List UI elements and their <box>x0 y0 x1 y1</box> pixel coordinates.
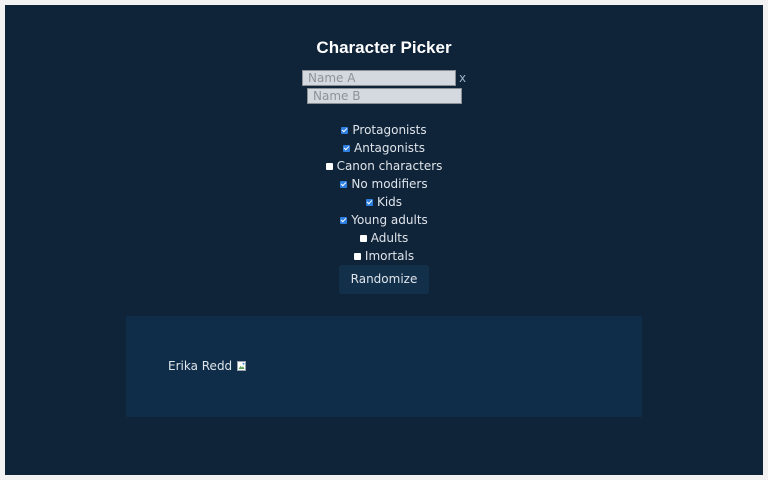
name-b-input[interactable] <box>307 88 462 104</box>
option-label: Imortals <box>364 249 415 263</box>
option-protagonists[interactable]: Protagonists <box>5 122 763 138</box>
young-adults-checkbox[interactable] <box>340 217 348 224</box>
imortals-checkbox[interactable] <box>353 253 361 260</box>
antagonists-checkbox[interactable] <box>343 145 350 152</box>
no-modifiers-checkbox[interactable] <box>340 181 348 188</box>
app-window: Character Picker x Protagonists Antagoni… <box>5 5 763 475</box>
option-label: Young adults <box>351 213 428 227</box>
kids-checkbox[interactable] <box>365 199 373 206</box>
adults-checkbox[interactable] <box>359 235 367 242</box>
option-adults[interactable]: Adults <box>5 230 763 246</box>
clear-name-button[interactable]: x <box>459 71 466 85</box>
name-a-input[interactable] <box>302 70 456 86</box>
result-panel: Erika Redd <box>126 316 642 417</box>
option-label: Antagonists <box>354 141 425 155</box>
option-canon-characters[interactable]: Canon characters <box>5 158 763 174</box>
page-title: Character Picker <box>316 38 452 57</box>
option-kids[interactable]: Kids <box>5 194 763 210</box>
randomize-button[interactable]: Randomize <box>339 265 429 294</box>
result-character-name: Erika Redd <box>168 359 233 373</box>
option-label: Kids <box>376 195 403 209</box>
option-imortals[interactable]: Imortals <box>5 248 763 264</box>
protagonists-checkbox[interactable] <box>341 127 349 134</box>
canon-characters-checkbox[interactable] <box>325 163 333 170</box>
option-no-modifiers[interactable]: No modifiers <box>5 176 763 192</box>
option-label: Adults <box>370 231 409 245</box>
option-label: No modifiers <box>351 177 428 191</box>
broken-image-icon <box>237 361 246 371</box>
option-young-adults[interactable]: Young adults <box>5 212 763 228</box>
option-label: Canon characters <box>336 159 443 173</box>
option-antagonists[interactable]: Antagonists <box>5 140 763 156</box>
option-label: Protagonists <box>352 123 427 137</box>
